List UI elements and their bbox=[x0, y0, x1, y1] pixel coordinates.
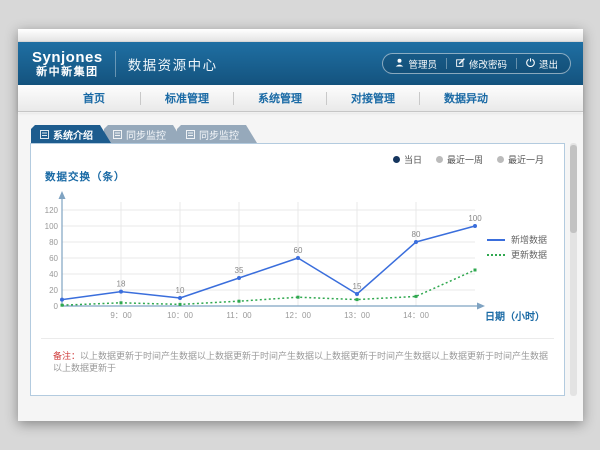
svg-text:20: 20 bbox=[49, 286, 58, 295]
svg-text:60: 60 bbox=[294, 246, 303, 255]
content-panel: 当日 最近一周 最近一月 数据交换（条） 0 20 40 60 80 100 120 9：00 10… bbox=[30, 143, 565, 396]
nav-item-0[interactable]: 首页 bbox=[48, 90, 140, 106]
svg-text:13：00: 13：00 bbox=[344, 311, 370, 320]
main-nav: 首页标准管理系统管理对接管理数据异动 bbox=[18, 85, 583, 112]
power-icon bbox=[526, 58, 535, 70]
svg-text:12：00: 12：00 bbox=[285, 311, 311, 320]
user-menu: 管理员 修改密码 退出 bbox=[382, 53, 571, 74]
nav-item-4[interactable]: 数据异动 bbox=[420, 90, 512, 106]
legend-swatch-icon bbox=[487, 254, 505, 256]
legend-item-0[interactable]: 新增数据 bbox=[487, 232, 547, 247]
svg-text:100: 100 bbox=[45, 222, 59, 231]
line-chart: 0 20 40 60 80 100 120 9：00 10：00 11：00 12：00 13：00 1… bbox=[39, 186, 559, 336]
svg-text:35: 35 bbox=[235, 266, 244, 275]
tab-label: 同步监控 bbox=[199, 127, 239, 142]
tab-bar: 系统介绍 同步监控 同步监控 bbox=[31, 125, 250, 143]
scrollbar[interactable] bbox=[570, 143, 577, 396]
svg-text:100: 100 bbox=[468, 214, 482, 223]
svg-text:10: 10 bbox=[176, 286, 185, 295]
form-icon bbox=[40, 130, 49, 139]
radio-label: 最近一月 bbox=[508, 153, 544, 166]
tab-label: 同步监控 bbox=[126, 127, 166, 142]
form-icon bbox=[113, 130, 122, 139]
tab-1[interactable]: 同步监控 bbox=[104, 125, 184, 143]
radio-label: 最近一周 bbox=[447, 153, 483, 166]
change-password-button[interactable]: 修改密码 bbox=[447, 57, 516, 71]
form-icon bbox=[186, 130, 195, 139]
nav-item-2[interactable]: 系统管理 bbox=[234, 90, 326, 106]
user-name[interactable]: 管理员 bbox=[386, 57, 446, 71]
svg-text:120: 120 bbox=[45, 206, 59, 215]
person-icon bbox=[395, 58, 404, 70]
legend-swatch-icon bbox=[487, 239, 505, 241]
brand-logo-cn: 新中新集团 bbox=[32, 66, 103, 79]
svg-text:14：00: 14：00 bbox=[403, 311, 429, 320]
panel-divider bbox=[41, 338, 554, 339]
svg-text:60: 60 bbox=[49, 254, 58, 263]
content-area: 系统介绍 同步监控 同步监控 当日 最近一周 最近一月 数据交换（条） 0 20 40 60 8… bbox=[18, 113, 583, 421]
radio-label: 当日 bbox=[404, 153, 422, 166]
radio-option-2[interactable]: 最近一月 bbox=[497, 153, 544, 166]
radio-dot-icon bbox=[497, 156, 504, 163]
svg-text:0: 0 bbox=[54, 302, 59, 311]
chart-legend: 新增数据更新数据 bbox=[487, 232, 547, 262]
footer-note: 备注：以上数据更新于时间产生数据以上数据更新于时间产生数据以上数据更新于时间产生… bbox=[53, 351, 555, 374]
tab-label: 系统介绍 bbox=[53, 127, 93, 142]
svg-text:9：00: 9：00 bbox=[110, 311, 132, 320]
footer-note-prefix: 备注： bbox=[53, 351, 80, 361]
svg-text:日期（小时）: 日期（小时） bbox=[485, 310, 545, 323]
svg-text:11：00: 11：00 bbox=[226, 311, 252, 320]
edit-icon bbox=[456, 58, 465, 70]
nav-item-3[interactable]: 对接管理 bbox=[327, 90, 419, 106]
browser-top-strip bbox=[18, 29, 583, 42]
chart-y-axis-label: 数据交换（条） bbox=[45, 169, 126, 184]
radio-dot-icon bbox=[393, 156, 400, 163]
tab-0[interactable]: 系统介绍 bbox=[31, 125, 111, 143]
footer-note-text: 以上数据更新于时间产生数据以上数据更新于时间产生数据以上数据更新于时间产生数据以… bbox=[53, 351, 548, 373]
app-window: Synjones 新中新集团 数据资源中心 管理员 修改密码 bbox=[18, 29, 583, 421]
legend-label: 新增数据 bbox=[511, 233, 547, 246]
logout-button[interactable]: 退出 bbox=[517, 57, 567, 71]
radio-option-1[interactable]: 最近一周 bbox=[436, 153, 483, 166]
svg-text:40: 40 bbox=[49, 270, 58, 279]
app-header: Synjones 新中新集团 数据资源中心 管理员 修改密码 bbox=[18, 42, 583, 85]
header-divider bbox=[115, 51, 116, 77]
radio-dot-icon bbox=[436, 156, 443, 163]
brand-logo[interactable]: Synjones 新中新集团 bbox=[32, 49, 103, 79]
svg-text:80: 80 bbox=[49, 238, 58, 247]
svg-text:10：00: 10：00 bbox=[167, 311, 193, 320]
scrollbar-thumb[interactable] bbox=[570, 145, 577, 233]
radio-option-0[interactable]: 当日 bbox=[393, 153, 422, 166]
legend-label: 更新数据 bbox=[511, 248, 547, 261]
tab-2[interactable]: 同步监控 bbox=[177, 125, 257, 143]
svg-text:18: 18 bbox=[117, 280, 126, 289]
svg-text:15: 15 bbox=[353, 282, 362, 291]
svg-text:80: 80 bbox=[412, 230, 421, 239]
time-range-radios: 当日 最近一周 最近一月 bbox=[393, 153, 544, 166]
legend-item-1[interactable]: 更新数据 bbox=[487, 247, 547, 262]
page-title: 数据资源中心 bbox=[128, 54, 218, 74]
brand-logo-en: Synjones bbox=[32, 49, 103, 66]
nav-item-1[interactable]: 标准管理 bbox=[141, 90, 233, 106]
